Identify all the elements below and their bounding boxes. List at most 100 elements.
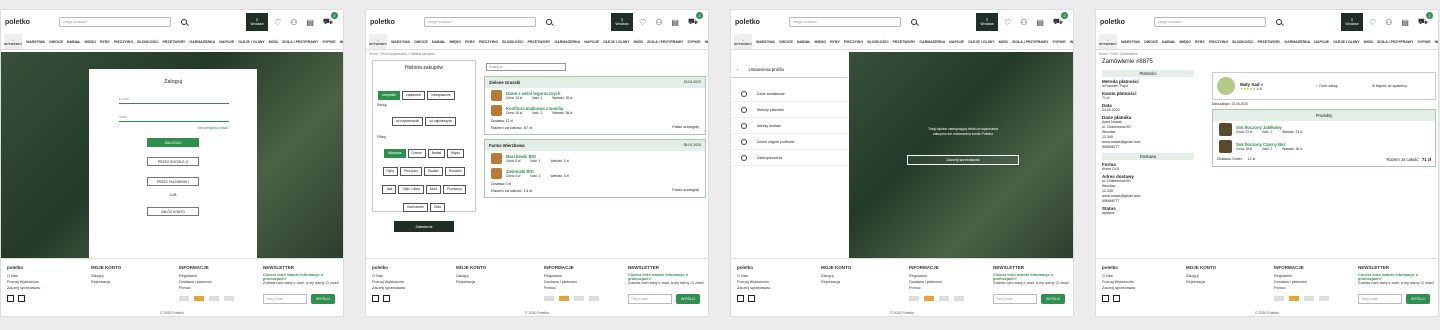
category-link[interactable]: MIĘSO: [1180, 40, 1192, 44]
register-button[interactable]: ZAŁÓŻ KONTO: [147, 207, 199, 216]
filter-chip[interactable]: Miód: [425, 184, 442, 194]
search-input[interactable]: czego szukasz?: [789, 17, 901, 27]
category-link[interactable]: PIECZYWO: [844, 40, 863, 44]
location-button[interactable]: ⚲ Wrocław: [246, 13, 269, 31]
category-link[interactable]: OWOCE: [414, 40, 428, 44]
category-link[interactable]: NAPOJE: [949, 40, 964, 44]
category-link[interactable]: NABIAŁ: [67, 40, 81, 44]
user-icon[interactable]: ⚇: [1385, 18, 1392, 27]
category-link[interactable]: OLEJE I OLIWY: [603, 40, 630, 44]
settings-menu-item[interactable]: Adresy dostaw: [731, 118, 847, 134]
category-link[interactable]: MIÓD: [634, 40, 643, 44]
search-input[interactable]: czego szukasz?: [1154, 17, 1266, 27]
category-link[interactable]: GARMAŻERKA: [554, 40, 580, 44]
heart-icon[interactable]: ♡: [274, 18, 281, 27]
newsletter-send-button[interactable]: WYŚLIJ: [1041, 294, 1065, 304]
cart-icon[interactable]: ⛟ 2: [323, 12, 338, 27]
wytworcy-button[interactable]: ⌂ WYTWÓRCY: [1099, 34, 1118, 49]
category-link[interactable]: RYBY: [830, 40, 840, 44]
footer-link[interactable]: Zacznij sprzedawać: [7, 285, 55, 291]
wytworcy-button[interactable]: ⌂ WYTWÓRCY: [369, 34, 388, 49]
category-link[interactable]: GARMAŻERKA: [189, 40, 215, 44]
message-producer-button[interactable]: ✉ Napisz do wytwórcy: [1372, 84, 1407, 88]
category-link[interactable]: NABIAŁ: [797, 40, 811, 44]
logo[interactable]: poletko: [370, 19, 418, 26]
footer-link[interactable]: Rejestracja: [456, 279, 486, 285]
category-link[interactable]: SŁODKOŚCI: [867, 40, 888, 44]
category-link[interactable]: INNE: [1435, 40, 1438, 44]
filter-chip[interactable]: Jaja: [382, 184, 397, 194]
wytworcy-button[interactable]: ⌂ WYTWÓRCY: [734, 34, 753, 49]
footer-link[interactable]: Zacznij sprzedawać: [372, 285, 420, 291]
category-link[interactable]: SŁODKOŚCI: [502, 40, 523, 44]
footer-link[interactable]: Rejestracja: [1186, 279, 1216, 285]
facebook-login-button[interactable]: PRZEZ FACEBOOK f: [147, 177, 199, 186]
location-button[interactable]: ⚲ Wrocław: [611, 13, 634, 31]
category-link[interactable]: WARZYWA: [391, 40, 410, 44]
location-button[interactable]: ⚲ Wrocław: [976, 13, 999, 31]
category-link[interactable]: SŁODKOŚCI: [137, 40, 158, 44]
filter-chip[interactable]: Rosoniki: [444, 166, 466, 176]
footer-link[interactable]: Pomoc: [179, 285, 234, 291]
cart-icon[interactable]: ⛟ 2: [688, 12, 703, 27]
filter-chip[interactable]: Garmażerki: [402, 202, 428, 212]
heart-icon[interactable]: ♡: [1369, 18, 1376, 27]
facebook-icon[interactable]: [737, 295, 744, 302]
footer-link[interactable]: Pomoc: [1274, 285, 1329, 291]
show-details-link[interactable]: Pokaż szczegóły: [672, 125, 699, 130]
newsletter-email-input[interactable]: Twój e-mail: [1358, 294, 1402, 304]
user-icon[interactable]: ⚇: [1020, 18, 1027, 27]
rate-purchase-button[interactable]: ☆ Oceń zakup: [1315, 84, 1367, 88]
category-link[interactable]: OWOCE: [779, 40, 793, 44]
category-link[interactable]: SYPKIE: [1052, 40, 1065, 44]
footer-link[interactable]: Pomoc: [544, 285, 599, 291]
forgot-password-link[interactable]: Nie pamiętasz hasła?: [197, 126, 229, 130]
store-icon[interactable]: ▤: [671, 18, 679, 27]
category-link[interactable]: INNE: [705, 40, 708, 44]
search-icon[interactable]: [911, 19, 917, 25]
category-link[interactable]: MIĘSO: [85, 40, 97, 44]
filter-chip[interactable]: Ryby: [382, 166, 399, 176]
password-field[interactable]: hasło: [119, 115, 229, 122]
footer-link[interactable]: Pomoc: [909, 285, 964, 291]
footer-link[interactable]: Zacznij sprzedawać: [737, 285, 785, 291]
newsletter-email-input[interactable]: Twój e-mail: [993, 294, 1037, 304]
filter-chip[interactable]: Przetwory: [443, 184, 466, 194]
category-link[interactable]: OLEJE I OLIWY: [1333, 40, 1360, 44]
category-link[interactable]: SYPKIE: [322, 40, 335, 44]
store-icon[interactable]: ▤: [1401, 18, 1409, 27]
store-icon[interactable]: ▤: [1036, 18, 1044, 27]
cart-icon[interactable]: ⛟ 2: [1418, 12, 1433, 27]
logo[interactable]: poletko: [5, 19, 53, 26]
category-link[interactable]: OLEJE I OLIWY: [968, 40, 995, 44]
newsletter-send-button[interactable]: WYŚLIJ: [676, 294, 700, 304]
wytworcy-button[interactable]: ⌂ WYTWÓRCY: [4, 34, 23, 49]
category-link[interactable]: NAPOJE: [584, 40, 599, 44]
category-link[interactable]: RYBY: [1195, 40, 1205, 44]
apply-button[interactable]: Zatwierdź: [394, 221, 454, 232]
filter-chip[interactable]: Warzywa: [384, 148, 406, 158]
category-link[interactable]: OWOCE: [49, 40, 63, 44]
instagram-icon[interactable]: [1113, 295, 1120, 302]
facebook-icon[interactable]: [1102, 295, 1109, 302]
filter-chip[interactable]: Nabiał: [427, 148, 446, 158]
category-link[interactable]: WARZYWA: [756, 40, 775, 44]
category-link[interactable]: WARZYWA: [26, 40, 45, 44]
category-link[interactable]: RYBY: [465, 40, 475, 44]
show-details-link[interactable]: Pokaż szczegóły: [672, 188, 699, 193]
back-arrow-icon[interactable]: ‹: [737, 67, 739, 72]
category-link[interactable]: INNE: [340, 40, 343, 44]
category-link[interactable]: ZIOŁA I PRZYPRAWY: [282, 40, 318, 44]
category-link[interactable]: SYPKIE: [687, 40, 700, 44]
category-link[interactable]: INNE: [1070, 40, 1073, 44]
search-input[interactable]: czego szukasz?: [59, 17, 171, 27]
heart-icon[interactable]: ♡: [639, 18, 646, 27]
category-link[interactable]: MIÓD: [1364, 40, 1373, 44]
filter-chip[interactable]: Słodkie: [423, 166, 443, 176]
category-link[interactable]: OWOCE: [1144, 40, 1158, 44]
category-link[interactable]: MIÓD: [269, 40, 278, 44]
settings-menu-item[interactable]: Metody płatności: [731, 102, 847, 118]
category-link[interactable]: NAPOJE: [219, 40, 234, 44]
filter-chip[interactable]: Pieczywo: [400, 166, 422, 176]
category-link[interactable]: PIECZYWO: [114, 40, 133, 44]
